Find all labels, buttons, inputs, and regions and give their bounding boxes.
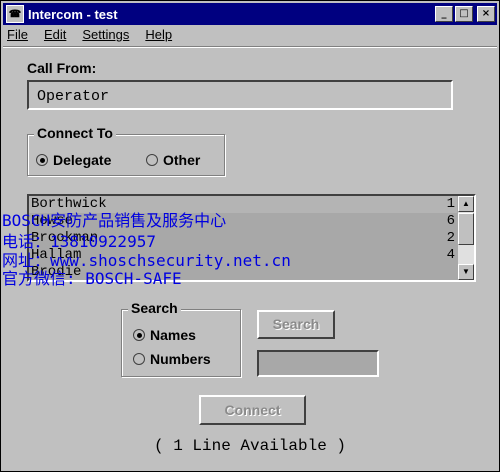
intercom-icon[interactable]: ☎ [6,5,24,23]
search-button[interactable]: Search [257,310,335,339]
close-icon[interactable]: × [477,6,495,22]
menu-settings[interactable]: Settings [80,27,131,45]
maximize-icon[interactable]: □ [455,6,473,22]
menu-separator [3,46,497,48]
call-from-field[interactable]: Operator [27,80,453,110]
scroll-thumb[interactable] [458,213,474,245]
connect-to-label: Connect To [34,125,116,141]
menu-bar: File Edit Settings Help [5,27,174,45]
numbers-radio[interactable]: Numbers [133,351,211,367]
radio-empty-icon [146,154,158,166]
watermark-line-4: 官方微信: BOSCH-SAFE [2,269,182,288]
menu-file[interactable]: File [5,27,30,45]
scroll-up-icon[interactable]: ▲ [458,196,474,212]
window-title: Intercom - test [28,6,118,22]
radio-empty-icon [133,353,145,365]
scroll-down-icon[interactable]: ▼ [458,264,474,280]
menu-help[interactable]: Help [143,27,174,45]
title-bar[interactable]: ☎ Intercom - test _ □ × [3,3,497,25]
other-radio[interactable]: Other [146,152,200,168]
connect-to-group: Connect To Delegate Other [27,125,225,176]
search-input[interactable] [257,350,379,377]
radio-selected-icon [133,329,145,341]
menu-edit[interactable]: Edit [42,27,68,45]
search-label: Search [128,300,181,316]
radio-selected-icon [36,154,48,166]
minimize-icon[interactable]: _ [435,6,453,22]
call-from-label: Call From: [27,60,97,76]
connect-button[interactable]: Connect [199,395,306,425]
search-group: Search Names Numbers [121,300,241,377]
list-scrollbar[interactable]: ▲ ▼ [458,196,474,280]
delegate-radio[interactable]: Delegate [36,152,111,168]
names-radio[interactable]: Names [133,327,196,343]
line-status: ( 1 Line Available ) [153,437,347,455]
